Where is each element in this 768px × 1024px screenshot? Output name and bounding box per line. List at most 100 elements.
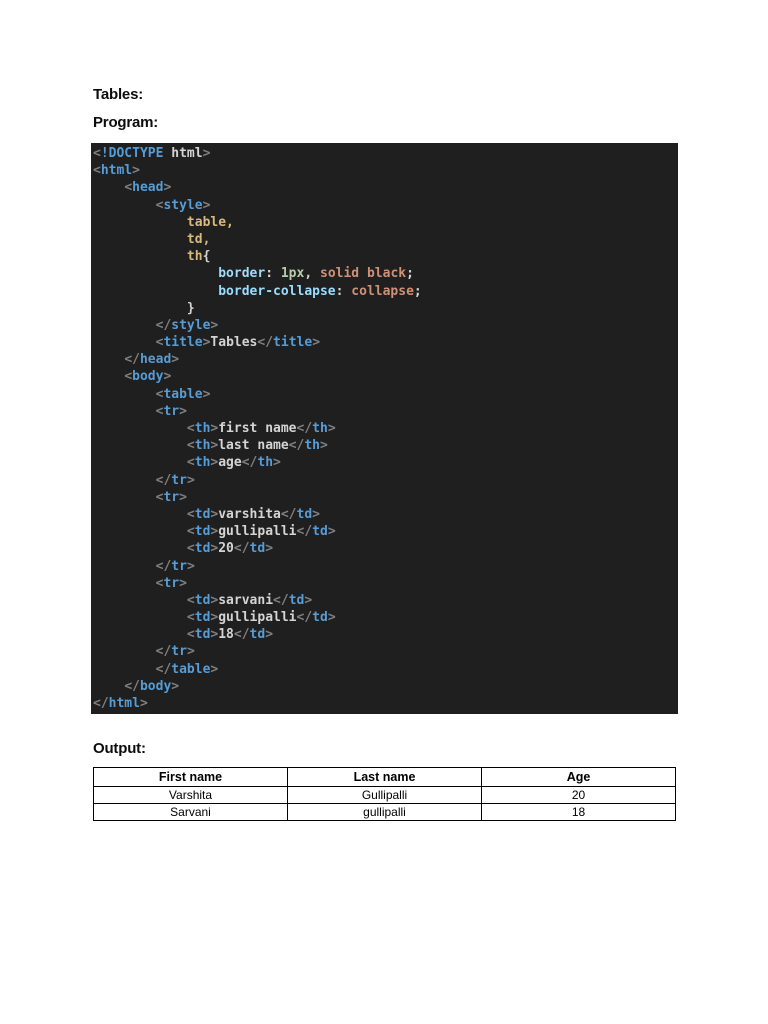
code-line: </html> — [93, 695, 676, 712]
program-heading: Program: — [93, 114, 159, 131]
code-token: first name — [218, 421, 297, 436]
code-token: body — [139, 678, 172, 694]
code-token: title — [163, 335, 203, 351]
code-token: tr — [171, 644, 187, 660]
code-token: collapse — [351, 283, 414, 299]
code-line: table, — [93, 214, 676, 231]
code-token: age — [218, 455, 242, 471]
code-token: > — [171, 352, 180, 368]
code-line: border: 1px, solid black; — [93, 265, 676, 282]
code-token: solid black — [320, 266, 407, 282]
output-table-body: Varshita Gullipalli 20 Sarvani gullipalli 18 — [93, 786, 676, 821]
code-token: td — [296, 506, 313, 522]
code-token: table, — [186, 214, 234, 230]
code-token: td — [194, 524, 211, 540]
code-token: </ — [280, 506, 297, 522]
code-token: < — [186, 610, 195, 626]
code-token: > — [202, 386, 211, 402]
code-token: td — [194, 592, 211, 608]
output-table-row: Varshita Gullipalli 20 — [93, 786, 676, 804]
code-token: > — [265, 541, 274, 557]
code-token: style — [171, 317, 211, 333]
code-token: last name — [218, 438, 289, 454]
output-table: First name Last name Age Varshita Gullipall… — [93, 767, 676, 821]
code-token: </ — [257, 335, 274, 351]
code-token: html — [163, 146, 203, 161]
code-line: <td>gullipalli</td> — [93, 523, 676, 540]
code-token: < — [93, 163, 101, 179]
code-token: > — [163, 180, 172, 196]
code-token: > — [312, 506, 320, 522]
code-token: > — [327, 610, 336, 626]
code-token: : — [265, 266, 281, 282]
code-token: < — [124, 369, 133, 385]
code-token: head — [132, 180, 164, 196]
code-token: > — [186, 644, 195, 660]
code-token: title — [273, 335, 313, 351]
code-token: ; — [413, 283, 422, 299]
output-table-head-row: First name Last name Age — [93, 767, 676, 787]
code-line: <title>Tables</title> — [93, 334, 676, 351]
code-line: </head> — [93, 351, 676, 368]
code-line: <body> — [93, 368, 676, 385]
code-token: : — [335, 283, 352, 299]
code-token: < — [186, 524, 195, 540]
output-table-cell: 18 — [481, 803, 676, 821]
code-token: </ — [93, 696, 109, 711]
code-token: 1px — [280, 266, 305, 282]
code-line: td, — [93, 231, 676, 248]
code-line: <table> — [93, 386, 676, 403]
code-line: <head> — [93, 179, 676, 196]
code-token: < — [186, 421, 195, 436]
code-token: th — [312, 421, 328, 436]
code-token: tr — [163, 403, 180, 419]
code-line: <tr> — [93, 575, 676, 592]
code-line: } — [93, 300, 676, 317]
output-table-header-cell: Age — [481, 767, 676, 787]
output-table-cell: Varshita — [93, 786, 288, 804]
code-token: } — [93, 300, 195, 316]
code-line: </style> — [93, 317, 676, 334]
code-line: <!DOCTYPE html> — [93, 145, 676, 162]
code-token: border-collapse — [218, 283, 336, 299]
code-line: <th>first name</th> — [93, 420, 676, 437]
code-token: > — [273, 455, 281, 471]
code-line: <tr> — [93, 403, 676, 420]
code-token: > — [202, 146, 211, 161]
code-token: > — [202, 197, 211, 213]
code-token: > — [179, 403, 187, 419]
code-line: <td>varshita</td> — [93, 506, 676, 523]
code-token: < — [186, 455, 195, 471]
tables-heading: Tables: — [93, 86, 144, 103]
code-token: tr — [171, 472, 187, 488]
code-token: , — [304, 266, 320, 282]
output-heading: Output: — [93, 740, 146, 757]
code-token: tr — [163, 575, 180, 591]
code-token: </ — [124, 352, 140, 368]
code-line: <th>age</th> — [93, 454, 676, 471]
code-token: th — [194, 455, 211, 471]
code-line: </tr> — [93, 558, 676, 575]
code-line: <td>20</td> — [93, 540, 676, 557]
code-token: { — [202, 249, 211, 265]
code-token: > — [186, 472, 195, 488]
code-line: th{ — [93, 248, 676, 265]
code-token: th — [257, 455, 274, 471]
code-token: th — [186, 249, 203, 265]
code-token: > — [139, 696, 148, 711]
code-line: <td>gullipalli</td> — [93, 609, 676, 626]
